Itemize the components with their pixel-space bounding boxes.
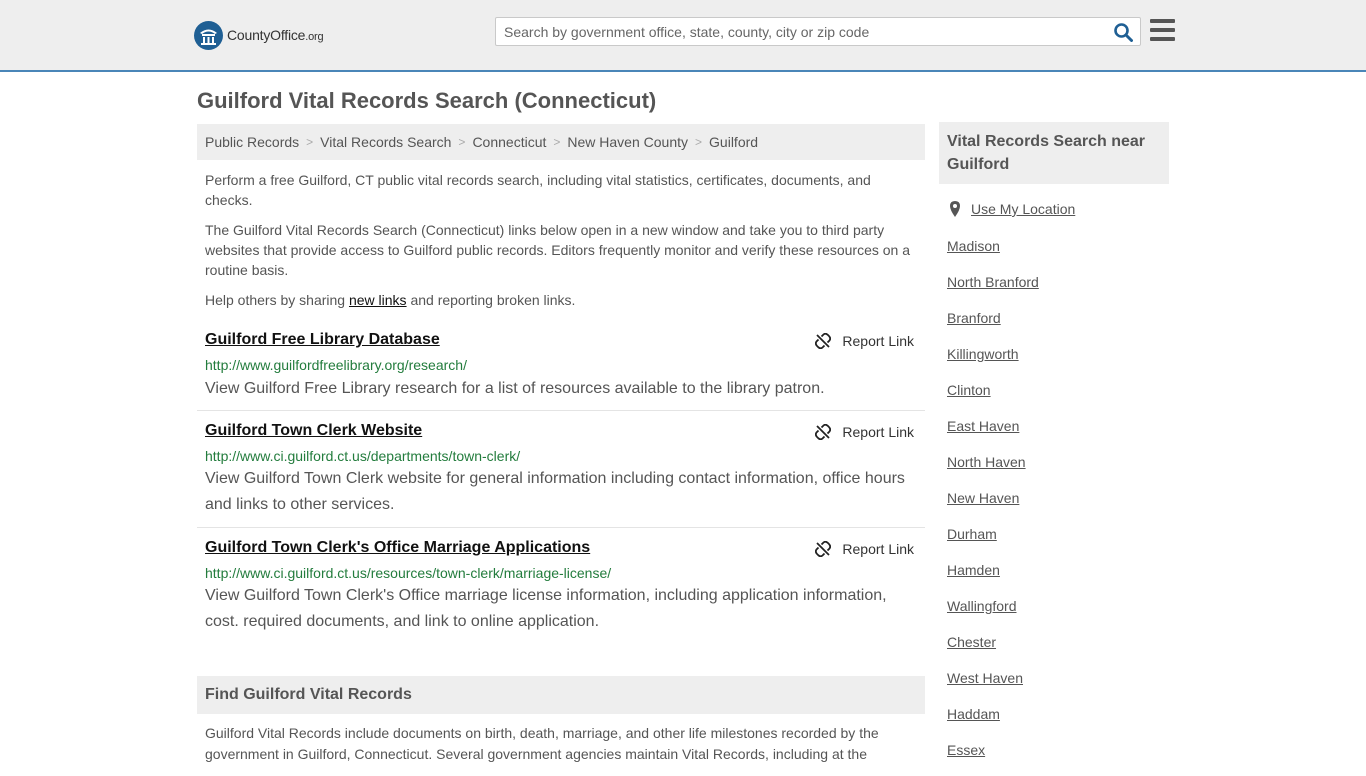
nearby-link-clinton[interactable]: Clinton	[947, 382, 991, 398]
broken-link-icon	[815, 424, 832, 440]
site-logo[interactable]: CountyOffice.org	[194, 20, 324, 50]
nearby-link-branford[interactable]: Branford	[947, 310, 1001, 326]
list-item: West Haven	[947, 668, 1039, 704]
search-bar	[495, 17, 1141, 46]
list-item: North Haven	[947, 452, 1039, 488]
result-item: Guilford Town Clerk's Office Marriage Ap…	[197, 539, 925, 639]
list-item: Hamden	[947, 560, 1039, 596]
search-input[interactable]	[496, 18, 1096, 45]
find-section-heading: Find Guilford Vital Records	[197, 676, 925, 714]
hamburger-menu-icon[interactable]	[1150, 19, 1175, 43]
result-url[interactable]: http://www.ci.guilford.ct.us/departments…	[205, 448, 520, 464]
site-header: CountyOffice.org	[0, 0, 1366, 72]
intro-text: and reporting broken links.	[406, 292, 576, 308]
broken-link-icon	[815, 333, 832, 349]
nearby-link-east-haven[interactable]: East Haven	[947, 418, 1019, 434]
list-item: Clinton	[947, 380, 1039, 416]
result-title-link[interactable]: Guilford Town Clerk Website	[205, 422, 422, 440]
intro-paragraph-2: The Guilford Vital Records Search (Conne…	[205, 222, 911, 278]
use-my-location: Use My Location	[947, 200, 1075, 218]
intro-paragraph-1: Perform a free Guilford, CT public vital…	[205, 172, 871, 208]
list-item: New Haven	[947, 488, 1039, 524]
page-title: Guilford Vital Records Search (Connectic…	[197, 88, 657, 113]
nearby-link-hamden[interactable]: Hamden	[947, 562, 1000, 578]
sidebar-heading: Vital Records Search near Guilford	[939, 122, 1169, 184]
report-link-button[interactable]: Report Link	[815, 333, 914, 349]
breadcrumb-new-haven-county[interactable]: New Haven County	[567, 134, 688, 150]
nearby-link-wallingford[interactable]: Wallingford	[947, 598, 1017, 614]
result-url[interactable]: http://www.ci.guilford.ct.us/resources/t…	[205, 565, 611, 581]
result-item: Guilford Town Clerk Website Report Link …	[197, 422, 925, 528]
breadcrumb-guilford[interactable]: Guilford	[709, 134, 758, 150]
list-item: Durham	[947, 524, 1039, 560]
result-title-link[interactable]: Guilford Town Clerk's Office Marriage Ap…	[205, 539, 590, 557]
new-links-link[interactable]: new links	[349, 292, 407, 308]
result-url[interactable]: http://www.guilfordfreelibrary.org/resea…	[205, 357, 467, 373]
nearby-link-north-haven[interactable]: North Haven	[947, 454, 1026, 470]
nearby-link-chester[interactable]: Chester	[947, 634, 996, 650]
logo-text: CountyOffice.org	[227, 27, 324, 43]
list-item: Wallingford	[947, 596, 1039, 632]
find-section-text: Guilford Vital Records include documents…	[205, 725, 879, 762]
county-seal-icon	[194, 20, 223, 50]
nearby-link-north-branford[interactable]: North Branford	[947, 274, 1039, 290]
result-item: Guilford Free Library Database Report Li…	[197, 331, 925, 411]
nearby-link-essex[interactable]: Essex	[947, 742, 985, 758]
list-item: Essex	[947, 740, 1039, 776]
list-item: Madison	[947, 236, 1039, 272]
report-link-label: Report Link	[842, 424, 914, 440]
breadcrumb-separator: >	[458, 135, 466, 149]
intro-text: Help others by sharing	[205, 292, 349, 308]
result-description: View Guilford Town Clerk's Office marria…	[205, 587, 887, 630]
result-title-link[interactable]: Guilford Free Library Database	[205, 331, 440, 349]
breadcrumb: Public Records > Vital Records Search > …	[197, 124, 925, 160]
breadcrumb-public-records[interactable]: Public Records	[205, 134, 299, 150]
list-item: Chester	[947, 632, 1039, 668]
map-pin-icon	[950, 201, 960, 217]
intro-paragraph-3: Help others by sharing new links and rep…	[205, 290, 917, 310]
breadcrumb-connecticut[interactable]: Connecticut	[472, 134, 546, 150]
logo-text-suffix: .org	[305, 31, 324, 43]
nearby-link-durham[interactable]: Durham	[947, 526, 997, 542]
breadcrumb-separator: >	[553, 135, 561, 149]
report-link-button[interactable]: Report Link	[815, 541, 914, 557]
list-item: Killingworth	[947, 344, 1039, 380]
breadcrumb-vital-records-search[interactable]: Vital Records Search	[320, 134, 451, 150]
report-link-label: Report Link	[842, 541, 914, 557]
search-icon	[1113, 22, 1133, 42]
list-item: Branford	[947, 308, 1039, 344]
breadcrumb-separator: >	[306, 135, 314, 149]
nearby-link-west-haven[interactable]: West Haven	[947, 670, 1023, 686]
nearby-list: Madison North Branford Branford Killingw…	[947, 236, 1039, 776]
nearby-link-haddam[interactable]: Haddam	[947, 706, 1000, 722]
result-description: View Guilford Free Library research for …	[205, 380, 825, 397]
result-description: View Guilford Town Clerk website for gen…	[205, 470, 905, 513]
breadcrumb-separator: >	[695, 135, 703, 149]
nearby-link-new-haven[interactable]: New Haven	[947, 490, 1019, 506]
list-item: Haddam	[947, 704, 1039, 740]
search-button[interactable]	[1112, 22, 1134, 42]
nearby-link-killingworth[interactable]: Killingworth	[947, 346, 1019, 362]
broken-link-icon	[815, 541, 832, 557]
nearby-link-madison[interactable]: Madison	[947, 238, 1000, 254]
logo-text-main: CountyOffice	[227, 27, 306, 43]
report-link-label: Report Link	[842, 333, 914, 349]
report-link-button[interactable]: Report Link	[815, 424, 914, 440]
list-item: North Branford	[947, 272, 1039, 308]
list-item: East Haven	[947, 416, 1039, 452]
use-my-location-link[interactable]: Use My Location	[971, 201, 1075, 217]
